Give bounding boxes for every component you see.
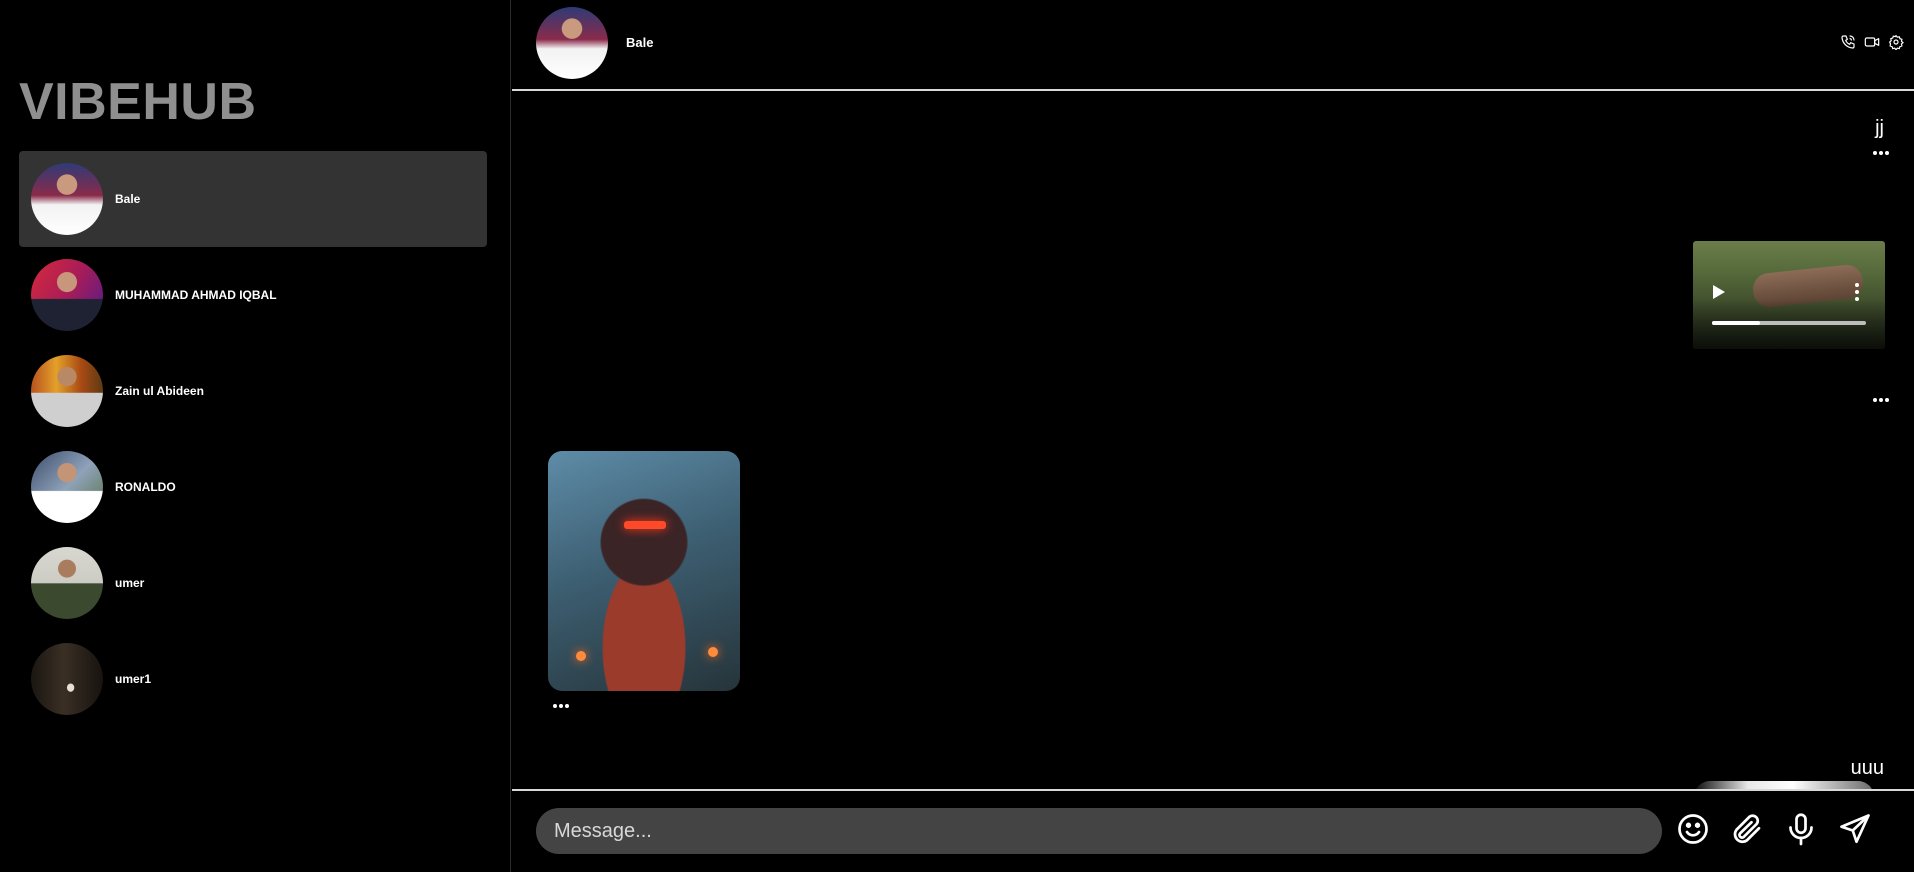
avatar bbox=[31, 547, 103, 619]
contact-item-umer1[interactable]: umer1 bbox=[19, 631, 487, 727]
image-detail bbox=[708, 647, 718, 657]
message-options-button[interactable] bbox=[552, 703, 572, 709]
image-message[interactable] bbox=[1694, 781, 1874, 789]
chat-panel: Bale jj uuu Message... bbox=[512, 0, 1914, 872]
attach-icon[interactable] bbox=[1729, 809, 1765, 849]
play-icon[interactable] bbox=[1713, 285, 1725, 299]
contact-item-zain-ul-abideen[interactable]: Zain ul Abideen bbox=[19, 343, 487, 439]
message-text: jj bbox=[1875, 117, 1884, 139]
contact-item-umer[interactable]: umer bbox=[19, 535, 487, 631]
contact-list: Bale MUHAMMAD AHMAD IQBAL Zain ul Abidee… bbox=[19, 151, 487, 727]
avatar bbox=[31, 163, 103, 235]
image-message[interactable] bbox=[548, 451, 740, 691]
contact-name: umer bbox=[115, 576, 145, 590]
contact-item-ronaldo[interactable]: RONALDO bbox=[19, 439, 487, 535]
video-progress-fill bbox=[1712, 321, 1760, 325]
header-actions bbox=[1840, 34, 1904, 50]
avatar bbox=[31, 643, 103, 715]
chat-header: Bale bbox=[512, 0, 1914, 91]
contact-item-bale[interactable]: Bale bbox=[19, 151, 487, 247]
video-menu-icon[interactable] bbox=[1855, 283, 1859, 301]
settings-icon[interactable] bbox=[1888, 34, 1904, 50]
contact-name: Zain ul Abideen bbox=[115, 384, 204, 398]
message-list: jj uuu bbox=[512, 93, 1914, 789]
avatar bbox=[31, 355, 103, 427]
sidebar: VIBEHUB Bale MUHAMMAD AHMAD IQBAL Zain u… bbox=[0, 0, 511, 872]
video-progress-bar[interactable] bbox=[1712, 321, 1866, 325]
app: VIBEHUB Bale MUHAMMAD AHMAD IQBAL Zain u… bbox=[0, 0, 1914, 872]
avatar bbox=[31, 451, 103, 523]
message-composer bbox=[512, 789, 1914, 872]
contact-name: MUHAMMAD AHMAD IQBAL bbox=[115, 288, 277, 302]
message-options-button[interactable] bbox=[1872, 150, 1892, 156]
video-message[interactable] bbox=[1693, 241, 1885, 349]
video-call-icon[interactable] bbox=[1864, 34, 1880, 50]
image-detail bbox=[624, 521, 666, 529]
brand-logo: VIBEHUB bbox=[19, 73, 257, 131]
microphone-icon[interactable] bbox=[1783, 809, 1819, 849]
message-input[interactable] bbox=[536, 808, 1662, 854]
contact-name: Bale bbox=[115, 192, 141, 206]
send-icon[interactable] bbox=[1837, 809, 1873, 849]
message-options-button[interactable] bbox=[1872, 397, 1892, 403]
message-text: uuu bbox=[1850, 757, 1884, 779]
contact-name: RONALDO bbox=[115, 480, 176, 494]
avatar[interactable] bbox=[536, 7, 608, 79]
image-detail bbox=[576, 651, 586, 661]
composer-actions bbox=[1675, 809, 1873, 849]
phone-icon[interactable] bbox=[1840, 34, 1856, 50]
emoji-icon[interactable] bbox=[1675, 809, 1711, 849]
contact-name: umer1 bbox=[115, 672, 152, 686]
contact-item-muhammad-ahmad-iqbal[interactable]: MUHAMMAD AHMAD IQBAL bbox=[19, 247, 487, 343]
chat-contact-name: Bale bbox=[626, 35, 654, 50]
avatar bbox=[31, 259, 103, 331]
